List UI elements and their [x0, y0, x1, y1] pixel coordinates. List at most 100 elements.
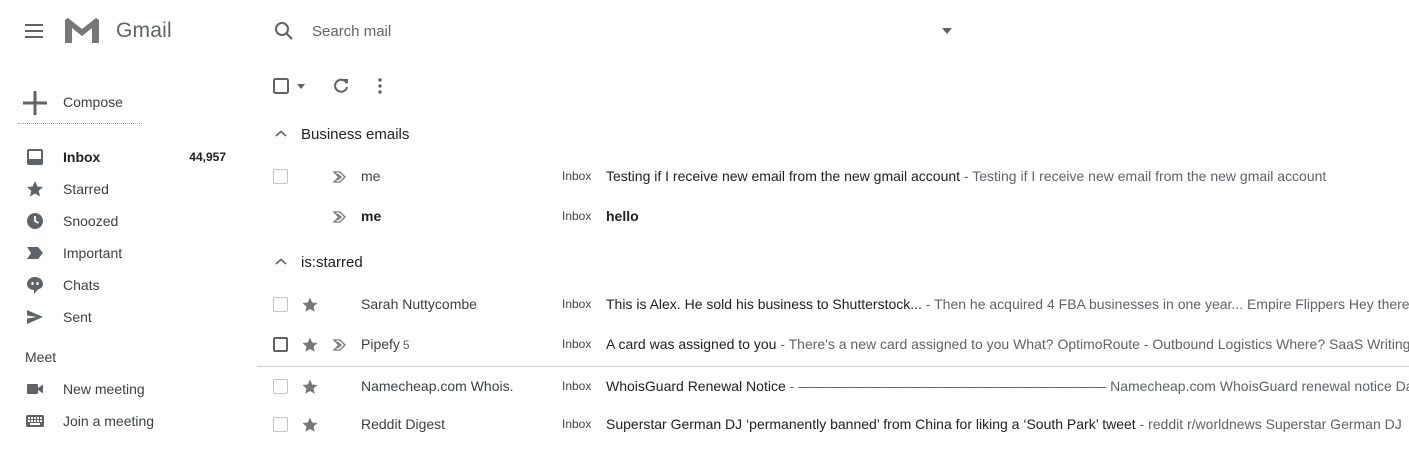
- email-snippet: - reddit r/worldnews Superstar German DJ: [1135, 416, 1402, 432]
- sidebar-item-important[interactable]: Important: [0, 237, 246, 269]
- hamburger-menu-icon: [25, 24, 43, 38]
- select-all-checkbox[interactable]: [273, 78, 289, 94]
- search-button[interactable]: [272, 19, 296, 43]
- sidebar-item-join-meeting[interactable]: Join a meeting: [0, 405, 246, 437]
- sidebar-item-chats[interactable]: Chats: [0, 269, 246, 301]
- email-subject: WhoisGuard Renewal Notice: [606, 378, 786, 394]
- email-subject: hello: [606, 208, 639, 224]
- row-checkbox[interactable]: [273, 417, 288, 432]
- email-label-badge: Inbox: [562, 209, 592, 223]
- row-checkbox[interactable]: [273, 169, 288, 184]
- sidebar-item-snoozed[interactable]: Snoozed: [0, 205, 246, 237]
- section-header-starred[interactable]: is:starred: [270, 248, 570, 276]
- sidebar-item-starred[interactable]: Starred: [0, 173, 246, 205]
- email-snippet: - —————————————————————— Namecheap.com W…: [785, 378, 1409, 394]
- unread-count: 44,957: [189, 150, 226, 164]
- email-row[interactable]: me Inbox hello: [257, 197, 1409, 237]
- email-label-badge: Inbox: [562, 169, 592, 183]
- email-subject-line: This is Alex. He sold his business to Sh…: [606, 296, 1409, 312]
- email-subject-line: WhoisGuard Renewal Notice - ————————————…: [606, 378, 1409, 394]
- section-header-business-emails[interactable]: Business emails: [270, 120, 570, 148]
- compose-button[interactable]: Compose: [18, 84, 142, 126]
- sidebar-item-label: Join a meeting: [63, 413, 155, 429]
- gmail-logo[interactable]: [63, 16, 101, 45]
- section-title: Business emails: [301, 126, 410, 143]
- meet-heading: Meet: [25, 349, 57, 365]
- star-outline-icon[interactable]: [301, 296, 319, 314]
- select-options-button[interactable]: [296, 83, 306, 90]
- gmail-m-icon: [65, 18, 99, 43]
- email-sender: Pipefy: [361, 336, 400, 352]
- compose-label: Compose: [63, 94, 123, 110]
- email-subject-line: Superstar German DJ ‘permanently banned’…: [606, 416, 1402, 432]
- clock-icon: [27, 213, 43, 229]
- star-icon: [27, 181, 43, 197]
- sidebar-item-label: Sent: [63, 309, 92, 325]
- sidebar-item-new-meeting[interactable]: New meeting: [0, 373, 246, 405]
- important-marker-icon[interactable]: [331, 209, 351, 225]
- row-checkbox[interactable]: [273, 297, 288, 312]
- search-options-button[interactable]: [940, 25, 954, 37]
- important-icon: [27, 247, 43, 259]
- email-sender: Sarah Nuttycombe: [361, 296, 477, 312]
- email-sender: Reddit Digest: [361, 416, 446, 432]
- main-menu-button[interactable]: [22, 19, 46, 43]
- email-subject: A card was assigned to you: [606, 336, 777, 352]
- email-row[interactable]: Reddit Digest Inbox Superstar German DJ …: [257, 405, 1409, 445]
- important-marker-icon[interactable]: [331, 169, 351, 185]
- star-outline-icon[interactable]: [301, 336, 319, 354]
- chat-icon: [27, 277, 43, 294]
- compose-underline: [18, 123, 142, 124]
- sidebar-item-label: Starred: [63, 181, 109, 197]
- important-marker-icon[interactable]: [331, 337, 351, 353]
- email-snippet: - Then he acquired 4 FBA businesses in o…: [921, 296, 1409, 312]
- thread-count: 5: [402, 338, 410, 352]
- sidebar-item-label: New meeting: [63, 381, 145, 397]
- plus-icon: [23, 91, 47, 115]
- email-row[interactable]: me Inbox Testing if I receive new email …: [257, 157, 1409, 197]
- chevron-up-icon: [275, 258, 287, 265]
- email-row[interactable]: Sarah Nuttycombe Inbox This is Alex. He …: [257, 285, 1409, 325]
- search-icon: [275, 22, 293, 40]
- email-sender-line: Pipefy 5: [361, 336, 551, 352]
- email-subject-line: Testing if I receive new email from the …: [606, 168, 1326, 184]
- refresh-icon: [334, 78, 348, 93]
- sidebar-item-sent[interactable]: Sent: [0, 301, 246, 333]
- star-outline-icon[interactable]: [301, 416, 319, 434]
- email-label-badge: Inbox: [562, 297, 592, 311]
- email-snippet: - There's a new card assigned to you Wha…: [776, 336, 1409, 352]
- sidebar-item-label: Important: [63, 245, 123, 261]
- email-subject-line: A card was assigned to you - There's a n…: [606, 336, 1409, 352]
- email-label-badge: Inbox: [562, 417, 592, 431]
- more-options-button[interactable]: [370, 76, 390, 96]
- sidebar-item-label: Chats: [63, 277, 100, 293]
- sidebar-item-label: Inbox: [63, 149, 101, 165]
- caret-down-icon: [297, 84, 305, 89]
- inbox-icon: [27, 149, 43, 165]
- email-label-badge: Inbox: [562, 379, 592, 393]
- email-subject: Testing if I receive new email from the …: [606, 168, 961, 184]
- email-row[interactable]: Pipefy 5 Inbox A card was assigned to you…: [257, 325, 1409, 365]
- keyboard-icon: [26, 415, 44, 427]
- sidebar-item-label: Snoozed: [63, 213, 119, 229]
- email-subject: This is Alex. He sold his business to Sh…: [606, 296, 922, 312]
- email-sender: Namecheap.com Whois.: [361, 378, 514, 394]
- chevron-up-icon: [275, 130, 287, 137]
- refresh-button[interactable]: [331, 76, 351, 96]
- checkbox-icon: [273, 78, 289, 94]
- video-icon: [27, 384, 43, 394]
- row-checkbox[interactable]: [273, 379, 288, 394]
- email-sender: me: [361, 168, 381, 184]
- email-subject: Superstar German DJ ‘permanently banned’…: [606, 416, 1136, 432]
- search-input[interactable]: [312, 18, 912, 44]
- section-title: is:starred: [301, 254, 363, 271]
- sidebar-item-inbox[interactable]: Inbox 44,957: [0, 141, 246, 173]
- row-checkbox[interactable]: [273, 337, 288, 352]
- more-vert-icon: [378, 78, 382, 94]
- email-snippet: - Testing if I receive new email from th…: [960, 168, 1327, 184]
- send-icon: [27, 310, 43, 324]
- caret-down-icon: [942, 28, 952, 34]
- gmail-brand-text: Gmail: [116, 19, 172, 42]
- star-outline-icon[interactable]: [301, 378, 319, 396]
- email-row[interactable]: Namecheap.com Whois. Inbox WhoisGuard Re…: [257, 366, 1409, 407]
